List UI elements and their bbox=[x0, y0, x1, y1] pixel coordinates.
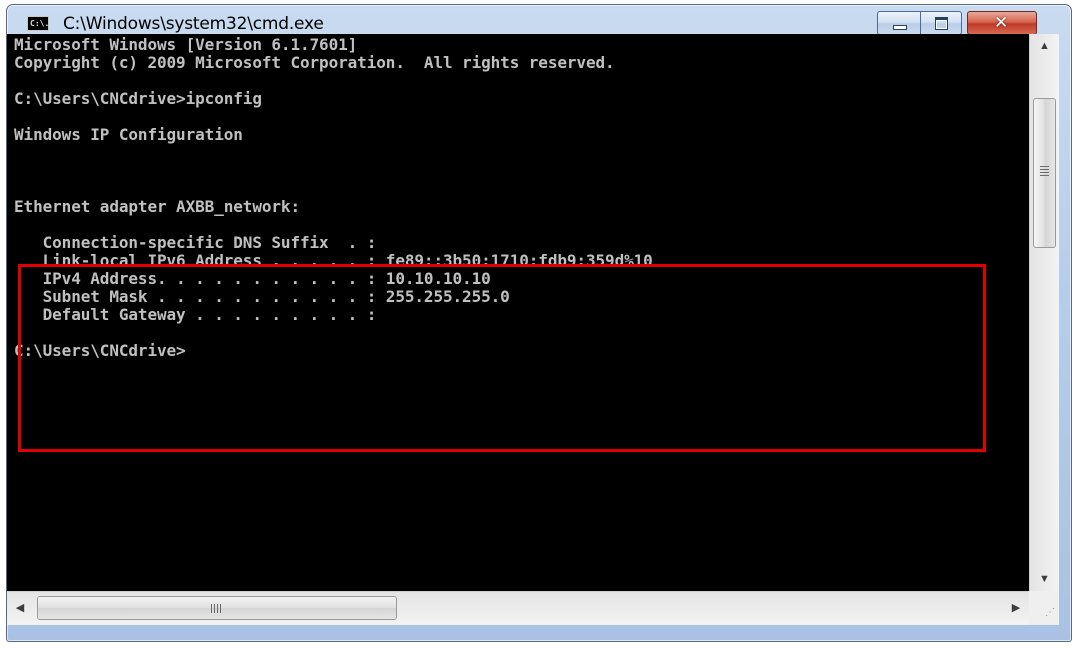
console-line: Windows IP Configuration bbox=[14, 125, 243, 144]
grip-line bbox=[217, 604, 218, 613]
grip-line bbox=[1040, 169, 1049, 170]
cmd-icon[interactable]: C:\. bbox=[27, 16, 49, 31]
close-icon: ✕ bbox=[994, 13, 1009, 33]
console-output[interactable]: Microsoft Windows [Version 6.1.7601] Copy… bbox=[7, 34, 1029, 591]
highlight-box bbox=[18, 264, 986, 452]
horizontal-scroll-thumb[interactable] bbox=[37, 596, 397, 620]
minimize-icon bbox=[893, 25, 907, 30]
grip-line bbox=[1040, 175, 1049, 176]
console-line: Copyright (c) 2009 Microsoft Corporation… bbox=[14, 53, 615, 72]
horizontal-scrollbar[interactable]: ◀ ▶ bbox=[7, 591, 1029, 625]
scroll-right-arrow-icon[interactable]: ▶ bbox=[1003, 592, 1029, 625]
console-line: Connection-specific DNS Suffix . : bbox=[14, 233, 377, 252]
grip-line bbox=[1040, 166, 1049, 167]
scroll-down-arrow-icon[interactable]: ▼ bbox=[1030, 567, 1059, 591]
scroll-up-arrow-icon[interactable]: ▲ bbox=[1030, 34, 1059, 58]
window-title: C:\Windows\system32\cmd.exe bbox=[63, 14, 324, 34]
vertical-scroll-thumb[interactable] bbox=[1033, 98, 1056, 248]
grip-line bbox=[211, 604, 212, 613]
scroll-left-arrow-icon[interactable]: ◀ bbox=[7, 592, 33, 625]
console-line: Ethernet adapter AXBB_network: bbox=[14, 197, 300, 216]
console-line: Microsoft Windows [Version 6.1.7601] bbox=[14, 35, 358, 54]
maximize-button[interactable] bbox=[920, 11, 962, 35]
grip-line bbox=[1040, 172, 1049, 173]
size-grip-icon[interactable]: ⋰ bbox=[1029, 591, 1059, 625]
vertical-scrollbar[interactable]: ▲ ▼ bbox=[1029, 34, 1059, 591]
grip-line bbox=[220, 604, 221, 613]
close-button[interactable]: ✕ bbox=[967, 11, 1037, 35]
grip-line bbox=[214, 604, 215, 613]
minimize-button[interactable] bbox=[877, 11, 920, 35]
maximize-icon bbox=[935, 17, 948, 30]
console-line: C:\Users\CNCdrive>ipconfig bbox=[14, 89, 262, 108]
